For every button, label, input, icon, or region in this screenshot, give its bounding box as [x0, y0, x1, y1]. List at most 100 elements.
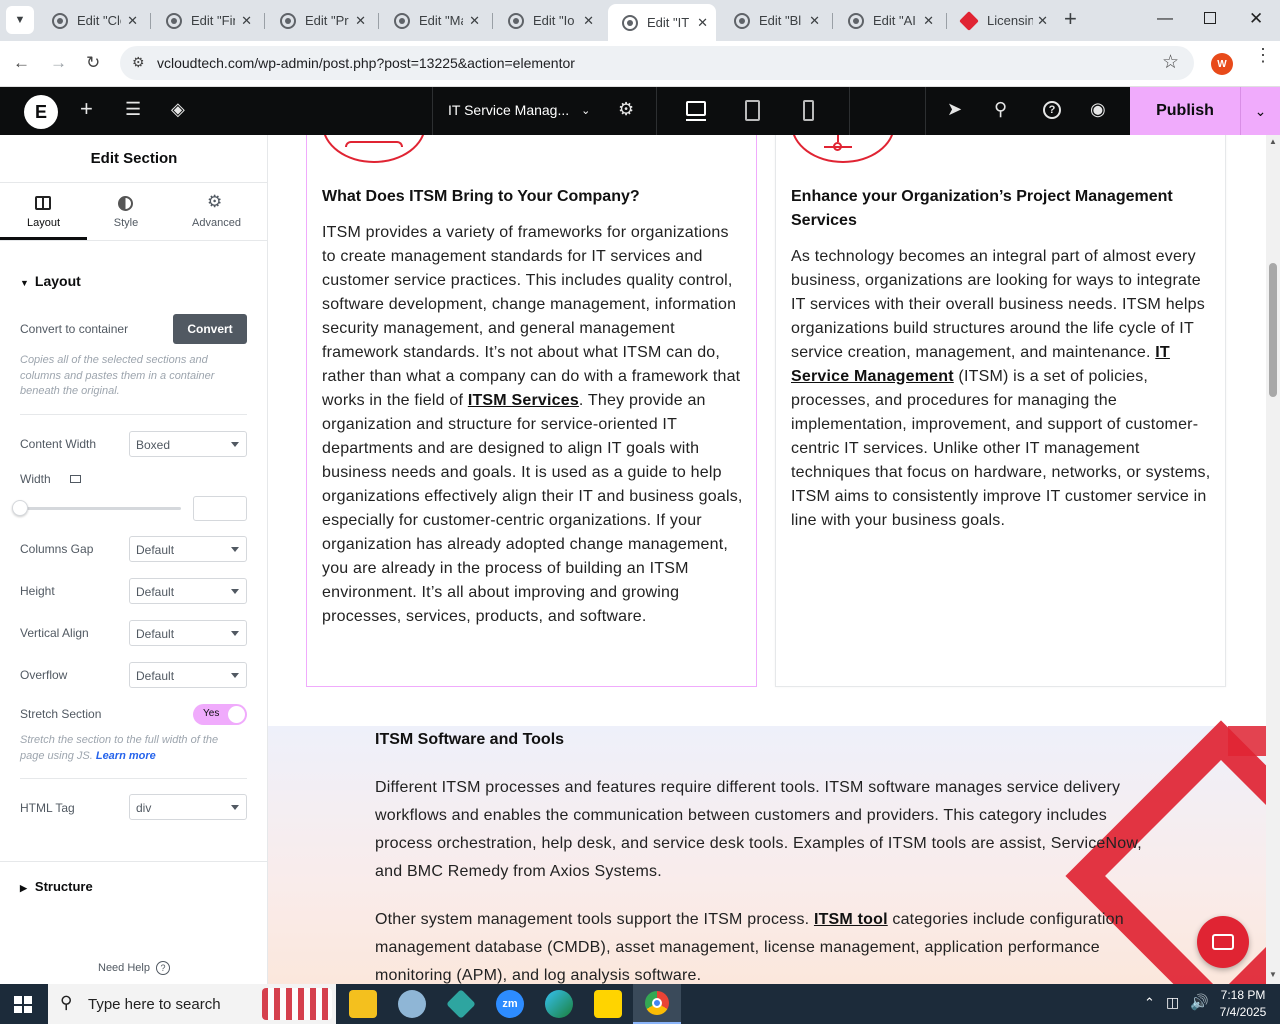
back-arrow-icon[interactable]: ←: [13, 53, 30, 73]
sliders-icon[interactable]: ☰: [125, 99, 141, 120]
forward-arrow-icon[interactable]: →: [50, 53, 67, 73]
width-slider-handle[interactable]: [12, 500, 28, 516]
structure-section-toggle[interactable]: ▶ Structure: [20, 879, 93, 894]
team-illustration-icon: [322, 135, 426, 163]
profile-avatar[interactable]: W: [1211, 53, 1233, 75]
paint-app-icon[interactable]: [398, 990, 426, 1018]
add-element-icon[interactable]: +: [80, 96, 93, 122]
browser-tab[interactable]: Edit "AI ✕: [834, 4, 942, 37]
help-icon[interactable]: ?: [1043, 101, 1061, 119]
notifications-icon[interactable]: ➤: [947, 99, 962, 120]
columns-gap-select[interactable]: Default: [129, 536, 247, 562]
show-hidden-icons-chevron-icon[interactable]: ⌃: [1144, 995, 1155, 1011]
canvas-scrollbar[interactable]: ▲ ▼: [1266, 135, 1280, 984]
close-icon[interactable]: ✕: [923, 13, 934, 29]
card2-body: As technology becomes an integral part o…: [791, 245, 1215, 533]
layout-section-toggle[interactable]: ▼ Layout: [20, 273, 81, 289]
preview-eye-icon[interactable]: ◉: [1090, 99, 1106, 120]
chrome-taskbar-button[interactable]: [633, 984, 681, 1024]
more-menu-icon[interactable]: ⋮: [1254, 46, 1272, 64]
itsm-benefit-card[interactable]: What Does ITSM Bring to Your Company? IT…: [306, 135, 757, 687]
width-input[interactable]: [193, 496, 247, 521]
close-icon[interactable]: ✕: [809, 13, 820, 29]
close-icon[interactable]: ✕: [241, 13, 252, 29]
vertical-align-select[interactable]: Default: [129, 620, 247, 646]
need-help-link[interactable]: Need Help ?: [98, 961, 170, 975]
reload-icon[interactable]: ↻: [86, 53, 100, 73]
html-tag-select[interactable]: div: [129, 794, 247, 820]
scrollbar-thumb[interactable]: [1269, 263, 1277, 397]
app-hexagon-icon[interactable]: [446, 989, 476, 1019]
close-icon[interactable]: ✕: [1037, 13, 1048, 29]
tab-style[interactable]: Style: [87, 183, 165, 240]
network-icon[interactable]: ◫: [1166, 994, 1179, 1011]
scroll-down-arrow-icon[interactable]: ▼: [1269, 970, 1277, 979]
windows-start-button[interactable]: [14, 996, 32, 1013]
publish-options-button[interactable]: ⌄: [1240, 87, 1280, 135]
elementor-logo[interactable]: E: [24, 95, 58, 129]
address-bar[interactable]: ⚙ vcloudtech.com/wp-admin/post.php?post=…: [120, 46, 1194, 80]
chat-widget-button[interactable]: [1197, 916, 1249, 968]
content-width-label: Content Width: [20, 437, 97, 451]
itsm-tools-section[interactable]: ITSM Software and Tools Different ITSM p…: [268, 720, 1266, 984]
browser-tab[interactable]: Edit "Clo ✕: [38, 4, 146, 37]
new-tab-button[interactable]: +: [1064, 6, 1077, 32]
learn-more-link[interactable]: Learn more: [96, 750, 156, 762]
itsm-tool-link[interactable]: ITSM tool: [814, 911, 888, 928]
tab-search-button[interactable]: ▼: [6, 6, 34, 34]
volume-icon[interactable]: 🔊: [1190, 993, 1209, 1011]
search-icon[interactable]: ⚲: [994, 99, 1007, 120]
zoom-app-icon[interactable]: zm: [496, 990, 524, 1018]
browser-tab[interactable]: Edit "Fin ✕: [152, 4, 260, 37]
sticky-notes-icon[interactable]: [594, 990, 622, 1018]
project-management-card[interactable]: Enhance your Organization’s Project Mana…: [775, 135, 1226, 687]
height-select[interactable]: Default: [129, 578, 247, 604]
desktop-view-button[interactable]: [686, 101, 706, 116]
browser-tab[interactable]: Edit "Ma ✕: [380, 4, 488, 37]
edge-browser-icon[interactable]: [545, 990, 573, 1018]
page-title-dropdown[interactable]: IT Service Manag... ⌄: [448, 102, 590, 118]
browser-tab[interactable]: Edit "Pro ✕: [266, 4, 374, 37]
restore-button[interactable]: [1204, 12, 1216, 24]
edit-section-panel: Edit Section Layout Style ⚙ Advanced ▼ La…: [0, 135, 268, 984]
browser-tab-active[interactable]: Edit "IT ✕: [608, 4, 716, 41]
structure-heading: Structure: [34, 879, 93, 894]
page-title: IT Service Manag...: [448, 102, 570, 118]
url-text[interactable]: vcloudtech.com/wp-admin/post.php?post=13…: [157, 55, 575, 71]
browser-tab[interactable]: Licensin ✕: [948, 4, 1056, 37]
width-slider-track[interactable]: [20, 507, 181, 510]
convert-button-label: Convert: [187, 322, 233, 336]
mobile-view-button[interactable]: [803, 100, 814, 121]
layers-icon[interactable]: ◈: [171, 99, 185, 120]
tab-label: Edit "AI: [873, 13, 916, 28]
content-width-select[interactable]: Boxed: [129, 431, 247, 457]
minimize-button[interactable]: —: [1157, 10, 1173, 28]
search-icon: ⚲: [60, 993, 73, 1012]
close-window-button[interactable]: ✕: [1249, 9, 1263, 29]
site-settings-icon[interactable]: ⚙: [132, 54, 145, 71]
tablet-view-button[interactable]: [745, 100, 760, 121]
taskbar-clock[interactable]: 7:18 PM 7/4/2025: [1216, 987, 1270, 1021]
close-icon[interactable]: ✕: [697, 15, 708, 31]
tab-layout[interactable]: Layout: [0, 183, 87, 240]
scroll-up-arrow-icon[interactable]: ▲: [1269, 137, 1277, 146]
browser-tab[interactable]: Edit "Io ✕: [494, 4, 602, 37]
bookmark-star-icon[interactable]: ☆: [1162, 51, 1179, 74]
file-explorer-icon[interactable]: [349, 990, 377, 1018]
close-icon[interactable]: ✕: [469, 13, 480, 29]
close-icon[interactable]: ✕: [127, 13, 138, 29]
page-settings-gear-icon[interactable]: ⚙: [618, 99, 634, 120]
itsm-services-link[interactable]: ITSM Services: [468, 392, 579, 409]
convert-button[interactable]: Convert: [173, 314, 247, 344]
globe-icon: [394, 12, 410, 29]
taskbar-search-box[interactable]: ⚲ Type here to search: [48, 984, 336, 1024]
overflow-select[interactable]: Default: [129, 662, 247, 688]
close-icon[interactable]: ✕: [355, 13, 366, 29]
stretch-section-toggle[interactable]: Yes: [193, 704, 247, 725]
browser-tab[interactable]: Edit "Bl ✕: [720, 4, 828, 37]
panel-title: Edit Section: [90, 150, 178, 167]
tab-advanced[interactable]: ⚙ Advanced: [165, 183, 268, 240]
publish-button[interactable]: Publish: [1130, 87, 1240, 135]
close-icon[interactable]: ✕: [583, 13, 594, 29]
desktop-icon[interactable]: [69, 475, 81, 483]
